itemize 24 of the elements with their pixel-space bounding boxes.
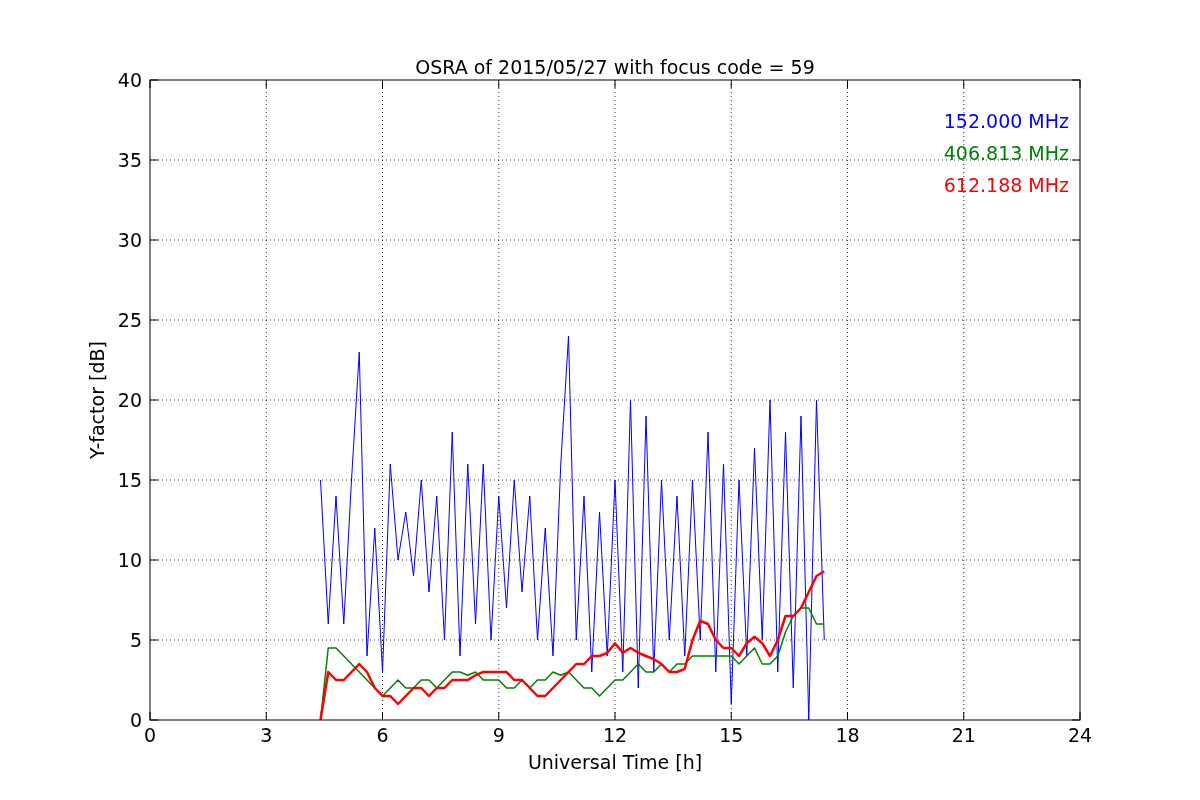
legend-label: 612.188 MHz — [943, 174, 1069, 196]
legend-label: 152.000 MHz — [943, 110, 1069, 132]
tick-label: 35 — [117, 149, 142, 171]
tick-label: 15 — [719, 724, 744, 746]
tick-label: 21 — [951, 724, 976, 746]
tick-label: 40 — [117, 69, 142, 91]
tick-label: 30 — [117, 229, 142, 251]
tick-label: 9 — [492, 724, 505, 746]
tick-label: 20 — [117, 389, 142, 411]
tick-label: 10 — [117, 549, 142, 571]
tick-label: 3 — [260, 724, 273, 746]
axis-label: Y-factor [dB] — [86, 341, 108, 459]
tick-label: 15 — [117, 469, 142, 491]
tick-label: 6 — [376, 724, 389, 746]
tick-label: 25 — [117, 309, 142, 331]
tick-label: 12 — [602, 724, 628, 746]
tick-label: 5 — [129, 629, 142, 651]
legend-label: 406.813 MHz — [943, 142, 1069, 164]
tick-label: 0 — [129, 709, 142, 731]
chart-title: OSRA of 2015/05/27 with focus code = 59 — [415, 56, 815, 78]
tick-label: 24 — [1067, 724, 1093, 746]
axis-label: Universal Time [h] — [527, 751, 703, 773]
tick-label: 18 — [835, 724, 860, 746]
tick-label: 0 — [143, 724, 157, 746]
